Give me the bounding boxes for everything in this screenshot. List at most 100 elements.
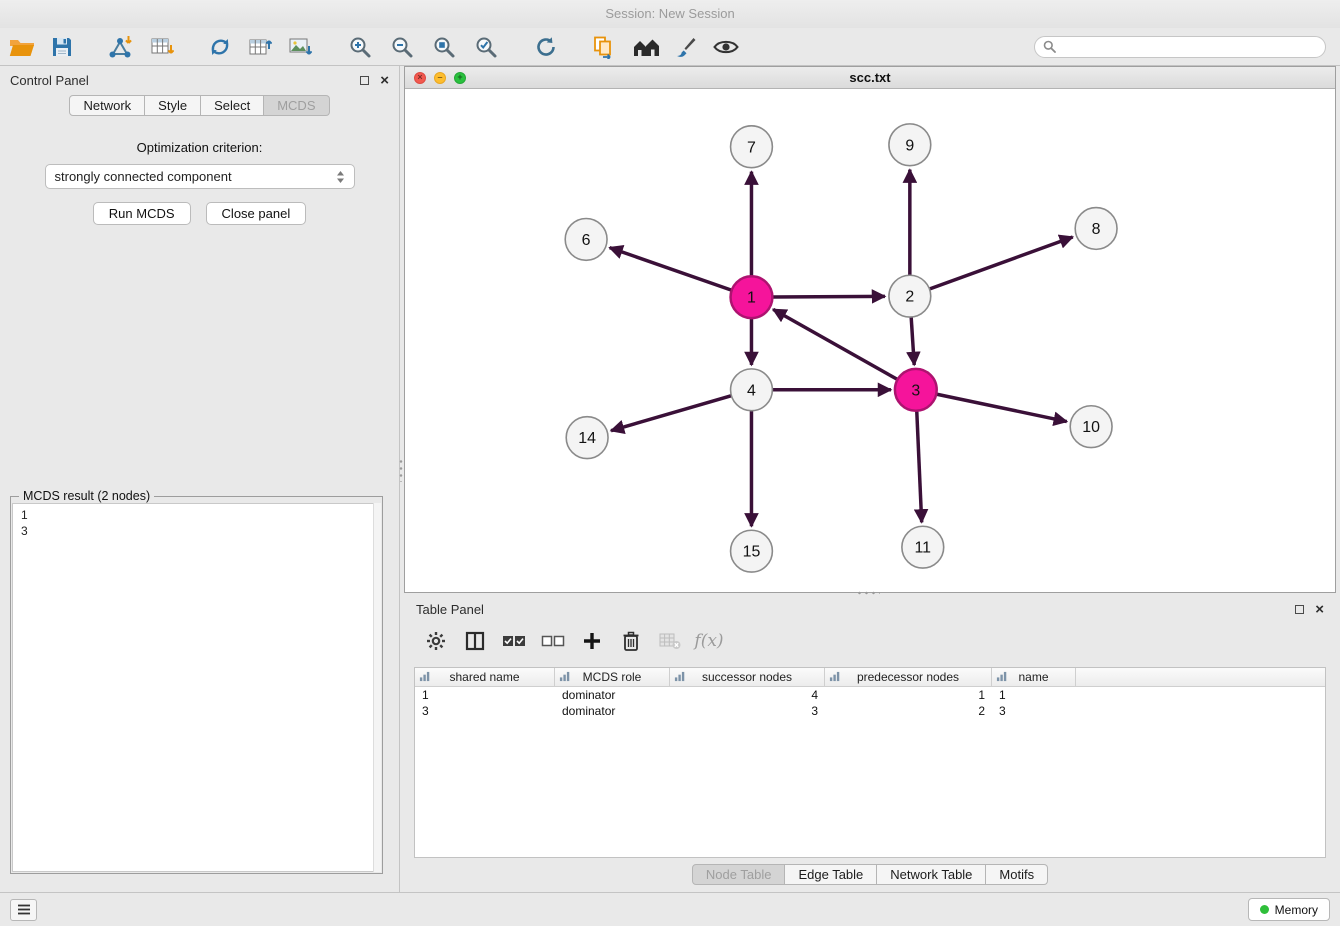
graph-node-11[interactable]: 11 [902,526,944,568]
style-brush-icon[interactable] [672,33,700,61]
status-bar: Memory [0,892,1340,926]
svg-text:9: 9 [905,137,914,154]
minimize-window-icon[interactable] [434,72,446,84]
search-input[interactable] [1062,40,1317,54]
import-table-icon[interactable] [148,33,176,61]
graph-edge-2-8[interactable] [929,237,1072,289]
window-titlebar: Session: New Session [0,0,1340,28]
delete-column-icon[interactable] [619,629,643,653]
svg-text:1: 1 [747,290,756,307]
zoom-out-icon[interactable] [388,33,416,61]
tab-motifs[interactable]: Motifs [986,864,1048,885]
graph-node-15[interactable]: 15 [731,530,773,572]
graph-node-10[interactable]: 10 [1070,406,1112,448]
graph-node-3[interactable]: 3 [895,369,937,411]
graph-edge-2-3[interactable] [911,317,914,365]
graph-node-2[interactable]: 2 [889,275,931,317]
zoom-fit-icon[interactable] [430,33,458,61]
cell-name: 3 [992,703,1076,719]
list-icon [17,904,31,915]
deselect-all-columns-icon[interactable] [541,629,565,653]
memory-label: Memory [1275,903,1318,917]
svg-text:3: 3 [911,382,920,399]
delete-table-icon[interactable] [658,629,682,653]
column-header-mcds-role[interactable]: MCDS role [555,668,670,686]
graph-edge-1-2[interactable] [772,296,885,297]
graph-node-4[interactable]: 4 [731,369,773,411]
column-header-name[interactable]: name [992,668,1076,686]
close-window-icon[interactable] [414,72,426,84]
graph-edge-1-6[interactable] [610,248,732,291]
network-canvas[interactable]: 7 9 6 8 1 2 4 3 14 10 15 11 [405,89,1335,592]
gear-icon[interactable] [424,629,448,653]
result-scrollbar[interactable] [373,503,381,872]
tab-node-table[interactable]: Node Table [692,864,786,885]
function-builder-icon[interactable]: f(x) [697,629,721,653]
maximize-window-icon[interactable] [454,72,466,84]
create-column-icon[interactable] [580,629,604,653]
tab-mcds[interactable]: MCDS [264,95,329,116]
show-hide-eye-icon[interactable] [712,33,740,61]
column-header-shared-name[interactable]: shared name [415,668,555,686]
graph-edge-3-10[interactable] [936,394,1066,421]
svg-text:4: 4 [747,382,756,399]
import-network-icon[interactable] [106,33,134,61]
open-folder-icon[interactable] [8,33,36,61]
graph-node-7[interactable]: 7 [731,126,773,168]
sort-icon [419,671,430,682]
svg-text:10: 10 [1082,419,1100,436]
save-icon[interactable] [48,33,76,61]
graph-node-14[interactable]: 14 [566,417,608,459]
network-window-title: scc.txt [849,70,890,85]
optimization-dropdown[interactable]: strongly connected component [45,164,355,189]
tab-edge-table[interactable]: Edge Table [785,864,877,885]
zoom-selected-icon[interactable] [472,33,500,61]
tab-network-table[interactable]: Network Table [877,864,986,885]
float-panel-icon[interactable] [360,76,369,85]
export-network-icon[interactable] [206,33,234,61]
tab-select[interactable]: Select [201,95,264,116]
table-row[interactable]: 3dominator323 [415,703,1325,719]
horizontal-splitter-handle[interactable] [856,591,880,595]
column-header-successor-nodes[interactable]: successor nodes [670,668,825,686]
close-table-panel-icon[interactable] [1315,602,1324,617]
sort-icon [674,671,685,682]
vertical-splitter-handle[interactable] [399,458,403,482]
memory-button[interactable]: Memory [1248,898,1330,921]
table-panel-header: Table Panel [404,597,1336,621]
graph-edge-4-14[interactable] [611,396,731,431]
application-window: Session: New Session [0,0,1340,926]
mcds-result-area[interactable]: 13 [12,503,381,872]
graph-edge-3-11[interactable] [917,411,922,523]
tab-network[interactable]: Network [69,95,145,116]
column-header-predecessor-nodes[interactable]: predecessor nodes [825,668,992,686]
select-all-columns-icon[interactable] [502,629,526,653]
mcds-result-box: MCDS result (2 nodes) 13 [10,496,383,874]
close-panel-button[interactable]: Close panel [206,202,307,225]
panel-menu-button[interactable] [10,899,37,921]
svg-text:6: 6 [582,232,591,249]
refresh-icon[interactable] [532,33,560,61]
graph-node-9[interactable]: 9 [889,124,931,166]
network-home-icon[interactable] [632,33,660,61]
graph-edge-3-1[interactable] [773,309,897,379]
cell-shared-name: 3 [415,703,555,719]
export-table-icon[interactable] [246,33,274,61]
table-row[interactable]: 1dominator411 [415,687,1325,703]
tab-style[interactable]: Style [145,95,201,116]
copy-style-icon[interactable] [590,33,618,61]
table-panel-tabs: Node TableEdge TableNetwork TableMotifs [404,864,1336,885]
export-image-icon[interactable] [286,33,314,61]
graph-node-6[interactable]: 6 [565,218,607,260]
run-mcds-button[interactable]: Run MCDS [93,202,191,225]
float-table-panel-icon[interactable] [1295,605,1304,614]
show-columns-icon[interactable] [463,629,487,653]
sort-icon [829,671,840,682]
zoom-in-icon[interactable] [346,33,374,61]
graph-node-1[interactable]: 1 [731,276,773,318]
control-panel-tabs: NetworkStyleSelectMCDS [0,95,399,116]
graph-node-8[interactable]: 8 [1075,208,1117,250]
close-panel-icon[interactable] [380,73,389,88]
network-window-titlebar: scc.txt [405,67,1335,89]
search-box[interactable] [1034,36,1326,58]
